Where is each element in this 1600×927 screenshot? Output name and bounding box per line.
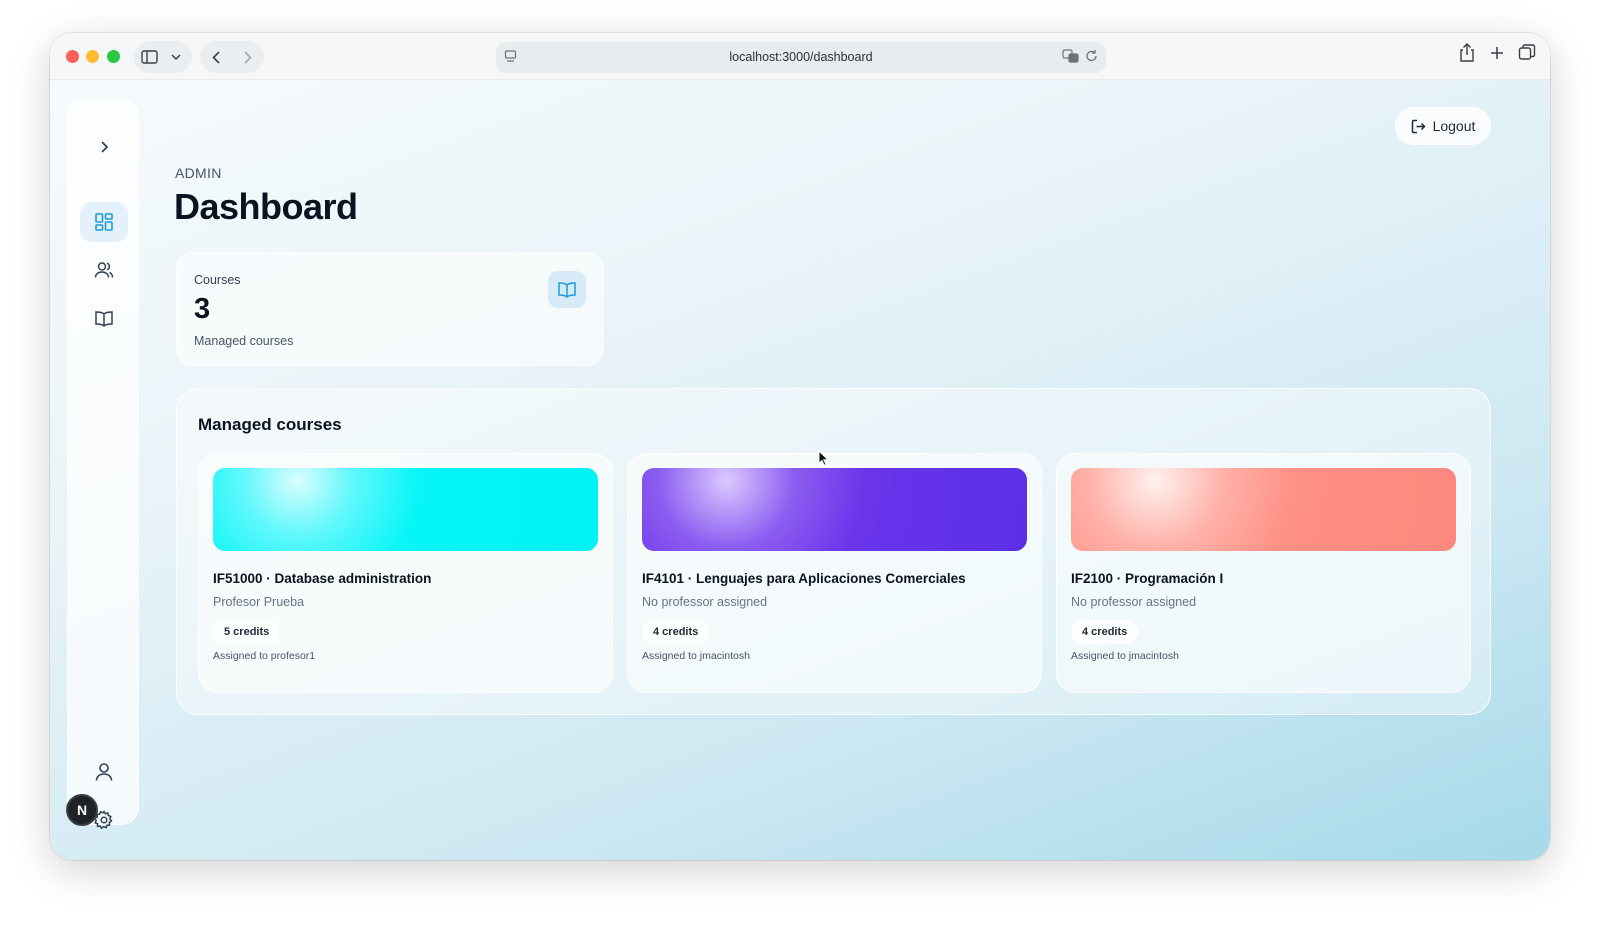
credits-badge: 4 credits <box>642 620 710 644</box>
course-title: IF4101 · Lenguajes para Aplicaciones Com… <box>642 571 966 586</box>
course-card[interactable]: IF4101 · Lenguajes para Aplicaciones Com… <box>627 453 1042 693</box>
credits-badge: 5 credits <box>213 620 281 644</box>
credits-badge: 4 credits <box>1071 620 1139 644</box>
sidebar-item-courses[interactable] <box>80 299 128 339</box>
book-open-icon <box>95 311 113 328</box>
book-open-icon <box>548 271 586 308</box>
sidebar-item-users[interactable] <box>80 250 128 290</box>
course-professor: Profesor Prueba <box>213 595 305 609</box>
panel-title: Managed courses <box>198 415 342 434</box>
sidebar-item-profile[interactable] <box>80 752 128 792</box>
app-sidebar <box>67 99 139 830</box>
logout-button[interactable]: Logout <box>1395 107 1491 145</box>
course-assigned: Assigned to jmacintosh <box>642 650 750 662</box>
forward-icon[interactable] <box>232 41 264 73</box>
stat-label: Courses <box>194 273 241 287</box>
browser-toolbar: localhost:3000/dashboard <box>50 33 1550 80</box>
back-icon[interactable] <box>200 41 232 73</box>
role-label: ADMIN <box>175 165 222 181</box>
course-cover <box>642 468 1027 551</box>
course-cover <box>1071 468 1456 551</box>
close-window-button[interactable] <box>66 50 79 63</box>
page-title: Dashboard <box>174 186 358 227</box>
address-bar[interactable]: localhost:3000/dashboard <box>496 42 1106 73</box>
stat-value: 3 <box>194 293 211 325</box>
course-professor: No professor assigned <box>1071 595 1197 609</box>
expand-sidebar-button[interactable] <box>80 127 128 167</box>
dev-tools-badge[interactable]: N <box>66 794 98 826</box>
browser-window: localhost:3000/dashboard N Logout ADMIN … <box>50 33 1550 860</box>
sidebar-item-dashboard[interactable] <box>80 202 128 242</box>
chevron-right-icon <box>100 141 108 153</box>
course-assigned: Assigned to jmacintosh <box>1071 650 1179 662</box>
managed-courses-panel: Managed courses IF51000 · Database admin… <box>176 388 1491 715</box>
course-title: IF51000 · Database administration <box>213 571 432 586</box>
minimize-window-button[interactable] <box>86 50 99 63</box>
translate-icon[interactable] <box>1062 49 1079 68</box>
dashboard-icon <box>95 213 113 231</box>
mouse-cursor-icon <box>818 450 829 466</box>
sidebar-toggle-group <box>134 41 192 73</box>
chevron-down-icon[interactable] <box>164 41 188 73</box>
course-title: IF2100 · Programación I <box>1071 571 1224 586</box>
url-text: localhost:3000/dashboard <box>729 50 873 64</box>
reload-icon[interactable] <box>1085 49 1098 68</box>
maximize-window-button[interactable] <box>107 50 120 63</box>
new-tab-icon[interactable] <box>1488 43 1506 68</box>
users-icon <box>94 262 114 278</box>
tab-overview-icon[interactable] <box>1518 43 1536 68</box>
logout-icon <box>1411 119 1426 133</box>
sidebar-toggle-icon[interactable] <box>134 41 164 73</box>
course-card[interactable]: IF51000 · Database administration Profes… <box>198 453 613 693</box>
course-assigned: Assigned to profesor1 <box>213 650 316 662</box>
stat-sublabel: Managed courses <box>194 334 294 348</box>
logout-label: Logout <box>1432 118 1476 134</box>
course-cover <box>213 468 598 551</box>
course-professor: No professor assigned <box>642 595 768 609</box>
share-icon[interactable] <box>1458 43 1476 68</box>
courses-stat-card: Courses 3 Managed courses <box>176 252 604 366</box>
course-card[interactable]: IF2100 · Programación I No professor ass… <box>1056 453 1471 693</box>
user-icon <box>95 763 113 781</box>
nav-group <box>200 41 264 73</box>
